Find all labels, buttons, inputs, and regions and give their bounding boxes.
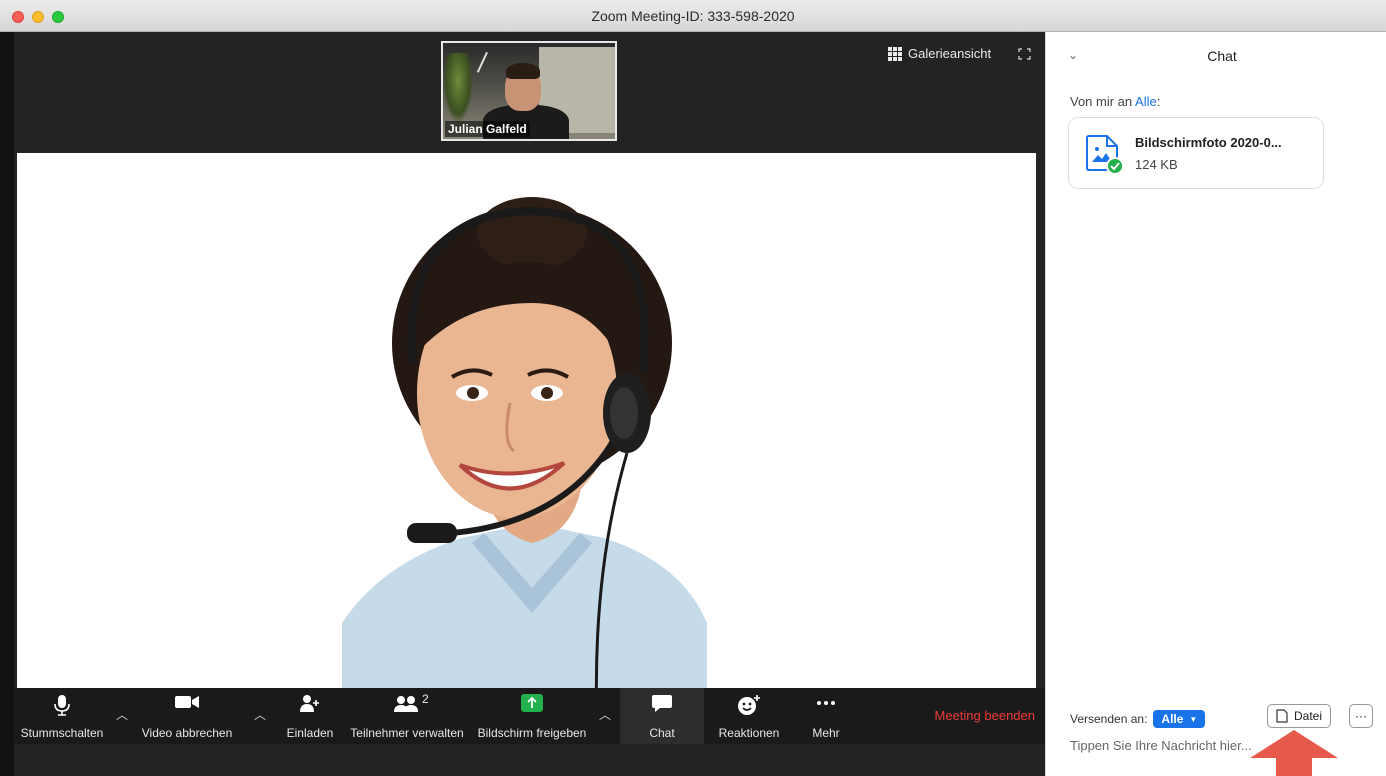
caret-down-icon: ▼ [1189,714,1198,724]
reactions-label: Reaktionen [718,726,780,740]
chat-title: Chat [1207,48,1237,64]
ellipsis-icon: ··· [1355,709,1367,723]
grid-icon [888,46,902,61]
audio-options-button[interactable]: ︿ [110,688,134,744]
document-icon [1276,709,1288,723]
file-button[interactable]: Datei [1267,704,1332,728]
window-controls [12,11,64,23]
recipient-value: Alle [1161,712,1184,726]
message-recipient-link[interactable]: Alle [1135,94,1157,109]
speaker-video-image [342,197,707,721]
file-attachment-card[interactable]: Bildschirmfoto 2020-0... 124 KB [1068,117,1324,189]
add-user-icon [300,695,319,712]
chevron-up-icon: ︿ [598,708,611,722]
chat-button[interactable]: Chat [620,688,704,744]
send-to-label: Versenden an: [1070,712,1148,726]
chevron-up-icon: ︿ [253,708,266,722]
window-titlebar: Zoom Meeting-ID: 333-598-2020 [0,0,1386,32]
chat-more-button[interactable]: ··· [1349,704,1373,728]
more-dots-icon [817,701,835,705]
invite-label: Einladen [286,726,334,740]
participants-icon [394,696,418,712]
send-to-row: Versenden an: Alle ▼ [1070,710,1206,728]
manage-participants-button[interactable]: 2 Teilnehmer verwalten [340,688,474,744]
manage-participants-label: Teilnehmer verwalten [350,726,464,740]
stop-video-button[interactable]: Video abbrechen [134,688,240,744]
file-size: 124 KB [1135,157,1178,172]
thumbnail-person-hair [506,63,540,79]
video-options-button[interactable]: ︿ [240,688,280,744]
share-options-button[interactable]: ︿ [590,688,620,744]
minimize-window-button[interactable] [32,11,44,23]
maximize-window-button[interactable] [52,11,64,23]
emoji-add-icon [738,695,760,715]
pointer-arrow-icon [1250,730,1338,776]
message-sender-text: Von mir an [1070,94,1136,109]
end-meeting-button[interactable]: Meeting beenden [935,708,1035,723]
thumbnail-plant [443,53,473,123]
gallery-view-button[interactable]: Galerieansicht [888,46,991,61]
meeting-area: Julian Galfeld Galerieansicht [0,32,1045,776]
share-screen-icon [521,694,543,712]
stop-video-label: Video abbrechen [141,726,233,740]
video-camera-icon [175,696,199,708]
chat-message-input[interactable]: Tippen Sie Ihre Nachricht hier... [1070,738,1252,753]
participant-thumbnail[interactable]: Julian Galfeld [441,41,617,141]
active-speaker-video [17,153,1036,721]
chat-panel: ⌄ Chat Von mir an Alle: Bildschirmfoto 2… [1045,32,1386,776]
recipient-dropdown[interactable]: Alle ▼ [1153,710,1206,728]
share-screen-label: Bildschirm freigeben [477,726,587,740]
chat-header: ⌄ Chat [1046,32,1386,80]
thumbnail-lamp [476,51,496,77]
invite-button[interactable]: Einladen [280,688,340,744]
message-sender-suffix: : [1156,94,1161,109]
meeting-toolbar: Stummschalten ︿ Video abbrechen ︿ Einlad… [14,688,1045,744]
close-window-button[interactable] [12,11,24,23]
chevron-up-icon: ︿ [115,708,128,722]
more-label: Mehr [812,726,840,740]
image-file-icon [1086,135,1123,174]
participant-name: Julian Galfeld [445,121,530,137]
mute-label: Stummschalten [20,726,104,740]
window-title: Zoom Meeting-ID: 333-598-2020 [591,7,795,24]
fullscreen-icon[interactable] [1018,48,1031,60]
reactions-button[interactable]: Reaktionen [704,688,794,744]
more-button[interactable]: Mehr [794,688,858,744]
file-button-label: Datei [1294,709,1323,723]
chat-label: Chat [649,726,675,740]
participants-count: 2 [422,692,429,706]
gallery-view-label: Galerieansicht [908,46,992,61]
microphone-icon [54,695,70,716]
share-screen-button[interactable]: Bildschirm freigeben [474,688,590,744]
mute-button[interactable]: Stummschalten [14,688,110,744]
file-name: Bildschirmfoto 2020-0... [1135,135,1282,150]
window-edge [0,32,14,776]
message-sender-line: Von mir an Alle: [1070,94,1160,109]
chat-bubble-icon [652,695,672,712]
